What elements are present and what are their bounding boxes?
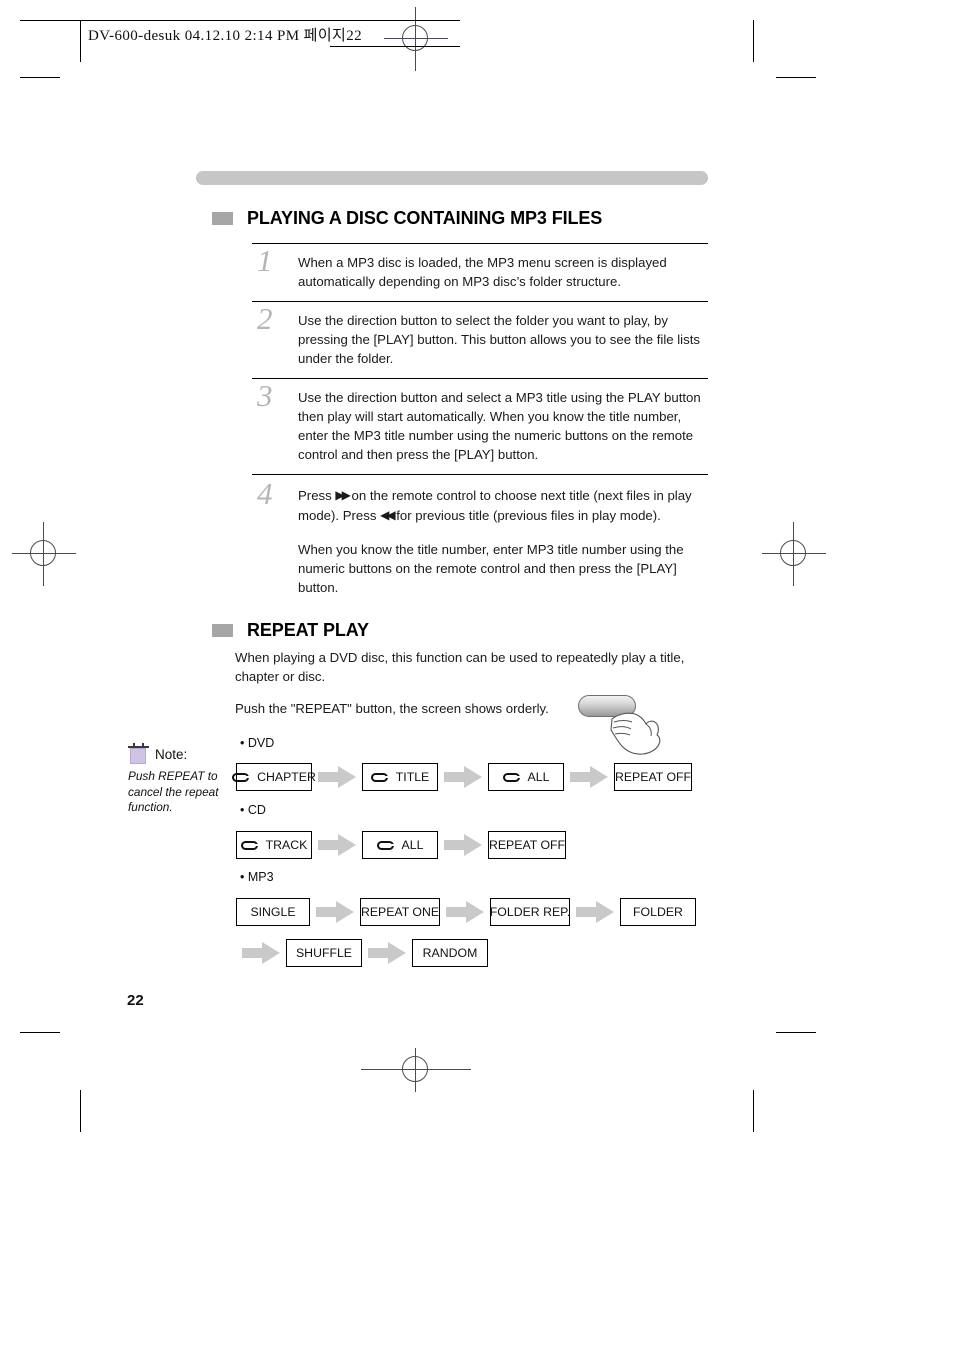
flow-box-folder-rep[interactable]: FOLDER REP. [490, 898, 570, 926]
flow-box-label: REPEAT ONE [360, 905, 440, 919]
step-lead-text: Press [298, 488, 336, 503]
flow-arrow-icon [242, 942, 280, 964]
flow-row-cd: TRACK ALL REPEAT OFF [236, 831, 566, 859]
flow-box-repeat-one[interactable]: REPEAT ONE [360, 898, 440, 926]
hand-pressing-button-illustration [578, 695, 666, 757]
note-header: Note: [128, 743, 232, 765]
repeat-loop-icon [240, 840, 258, 850]
flow-row-dvd: CHAPTER TITLE ALL REPEAT OFF [232, 763, 692, 791]
note-label: Note: [155, 746, 188, 762]
bullet-square-icon [212, 624, 233, 637]
step-text: Use the direction button and select a MP… [298, 388, 708, 464]
section-heading-mp3: PLAYING A DISC CONTAINING MP3 FILES [212, 208, 602, 229]
rewind-icon: ◀◀ [380, 508, 396, 522]
flow-arrow-icon [316, 901, 354, 923]
step-item-1: 1 When a MP3 disc is loaded, the MP3 men… [252, 243, 708, 301]
flow-box-track[interactable]: TRACK [236, 831, 312, 859]
note-block: Note: Push REPEAT to cancel the repeat f… [128, 743, 232, 816]
section-title-mp3: PLAYING A DISC CONTAINING MP3 FILES [247, 208, 603, 228]
flow-arrow-icon [318, 834, 356, 856]
flow-arrow-icon [446, 901, 484, 923]
repeat-loop-icon [376, 840, 394, 850]
page-content: PLAYING A DISC CONTAINING MP3 FILES 1 Wh… [0, 0, 954, 1351]
step-item-2: 2 Use the direction button to select the… [252, 301, 708, 378]
flow-arrow-icon [444, 766, 482, 788]
step-paragraph: Use the direction button and select a MP… [298, 390, 701, 462]
section-title-repeat: REPEAT PLAY [247, 620, 369, 640]
step-number: 4 [257, 476, 273, 511]
repeat-loop-icon [370, 772, 388, 782]
flow-arrow-icon [576, 901, 614, 923]
step-number: 1 [257, 243, 273, 278]
flow-box-label: SINGLE [250, 905, 296, 919]
page-number: 22 [127, 992, 144, 1009]
flow-row-mp3-continued: SHUFFLE RANDOM [236, 939, 488, 967]
flow-box-label: RANDOM [422, 946, 478, 960]
step-item-3: 3 Use the direction button and select a … [252, 378, 708, 474]
note-text: Push REPEAT to cancel the repeat functio… [128, 769, 219, 814]
step-number: 2 [257, 301, 273, 336]
flow-box-label: ALL [401, 838, 424, 852]
section-heading-repeat: REPEAT PLAY [212, 620, 369, 641]
flow-box-label: REPEAT OFF [614, 770, 692, 784]
flow-label-mp3: • MP3 [240, 870, 274, 884]
flow-arrow-icon [318, 766, 356, 788]
flow-box-label: REPEAT OFF [488, 838, 566, 852]
flow-label-dvd: • DVD [240, 736, 275, 750]
step-text: Press ▶▶ on the remote control to choose… [298, 486, 708, 597]
flow-arrow-icon [368, 942, 406, 964]
flow-box-random[interactable]: RANDOM [412, 939, 488, 967]
flow-box-label: FOLDER REP. [489, 905, 571, 919]
fast-forward-icon: ▶▶ [335, 488, 351, 502]
repeat-loop-icon [502, 772, 520, 782]
repeat-loop-icon [232, 772, 250, 782]
bullet-square-icon [212, 212, 233, 225]
flow-box-all[interactable]: ALL [488, 763, 564, 791]
pointing-hand-icon [610, 712, 661, 755]
step-paragraph: When a MP3 disc is loaded, the MP3 menu … [298, 255, 667, 289]
flow-label-cd: • CD [240, 803, 266, 817]
step-item-4: 4 Press ▶▶ on the remote control to choo… [252, 474, 708, 607]
flow-box-chapter[interactable]: CHAPTER [232, 763, 316, 791]
flow-box-label: FOLDER [633, 905, 683, 919]
step-paragraph: Use the direction button to select the f… [298, 313, 700, 366]
flow-arrow-icon [570, 766, 608, 788]
repeat-paragraph-1: When playing a DVD disc, this function c… [235, 650, 685, 684]
flow-box-single[interactable]: SINGLE [236, 898, 310, 926]
flow-box-label: SHUFFLE [295, 946, 353, 960]
step-text: Use the direction button to select the f… [298, 311, 708, 368]
flow-arrow-icon [444, 834, 482, 856]
flow-box-label: CHAPTER [257, 770, 316, 784]
flow-box-shuffle[interactable]: SHUFFLE [286, 939, 362, 967]
flow-box-folder[interactable]: FOLDER [620, 898, 696, 926]
flow-box-label: ALL [527, 770, 550, 784]
step-paragraph-transport: Press ▶▶ on the remote control to choose… [298, 486, 708, 526]
step-list: 1 When a MP3 disc is loaded, the MP3 men… [252, 243, 708, 607]
step-text: When a MP3 disc is loaded, the MP3 menu … [298, 253, 708, 291]
flow-box-repeat-off[interactable]: REPEAT OFF [488, 831, 566, 859]
flow-box-all[interactable]: ALL [362, 831, 438, 859]
flow-row-mp3: SINGLE REPEAT ONE FOLDER REP. FOLDER [236, 898, 696, 926]
step-number: 3 [257, 378, 273, 413]
flow-box-title[interactable]: TITLE [362, 763, 438, 791]
step-tail-text: for previous title (previous files in pl… [392, 508, 661, 523]
flow-box-repeat-off[interactable]: REPEAT OFF [614, 763, 692, 791]
note-pad-icon [128, 743, 149, 765]
flow-box-label: TRACK [265, 838, 308, 852]
flow-box-label: TITLE [395, 770, 430, 784]
header-accent-bar [196, 171, 708, 185]
step-paragraph: When you know the title number, enter MP… [298, 542, 684, 595]
